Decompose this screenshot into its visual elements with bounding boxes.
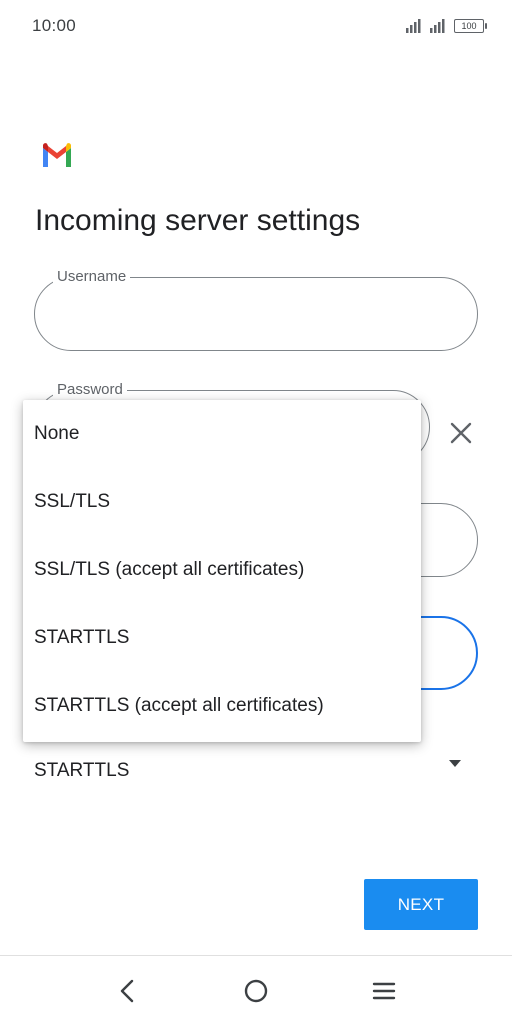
signal-icon (430, 19, 445, 33)
security-type-value[interactable]: STARTTLS (34, 760, 129, 782)
status-icons: 100 (406, 17, 487, 35)
menu-option-starttls-accept-all[interactable]: STARTTLS (accept all certificates) (34, 694, 324, 718)
password-label: Password (53, 381, 127, 399)
signal-icon (406, 19, 421, 33)
navigation-bar (0, 955, 512, 1025)
status-time: 10:00 (32, 16, 77, 35)
battery-icon: 100 (454, 19, 487, 33)
home-icon[interactable] (243, 978, 269, 1004)
dropdown-arrow-icon[interactable] (449, 760, 461, 767)
menu-option-starttls[interactable]: STARTTLS (34, 626, 129, 650)
page-title: Incoming server settings (35, 204, 361, 237)
username-label: Username (53, 268, 131, 286)
back-icon[interactable] (116, 978, 140, 1004)
menu-option-ssl-tls[interactable]: SSL/TLS (34, 490, 110, 514)
menu-option-ssl-tls-accept-all[interactable]: SSL/TLS (accept all certificates) (34, 558, 304, 582)
battery-level: 100 (461, 21, 477, 31)
menu-option-none[interactable]: None (34, 422, 79, 446)
close-icon[interactable] (448, 420, 474, 446)
next-button[interactable]: NEXT (364, 879, 478, 930)
security-type-menu: None SSL/TLS SSL/TLS (accept all certifi… (23, 400, 421, 742)
username-field[interactable]: Username (34, 268, 478, 351)
gmail-logo (43, 143, 71, 167)
menu-icon[interactable] (372, 980, 396, 1002)
